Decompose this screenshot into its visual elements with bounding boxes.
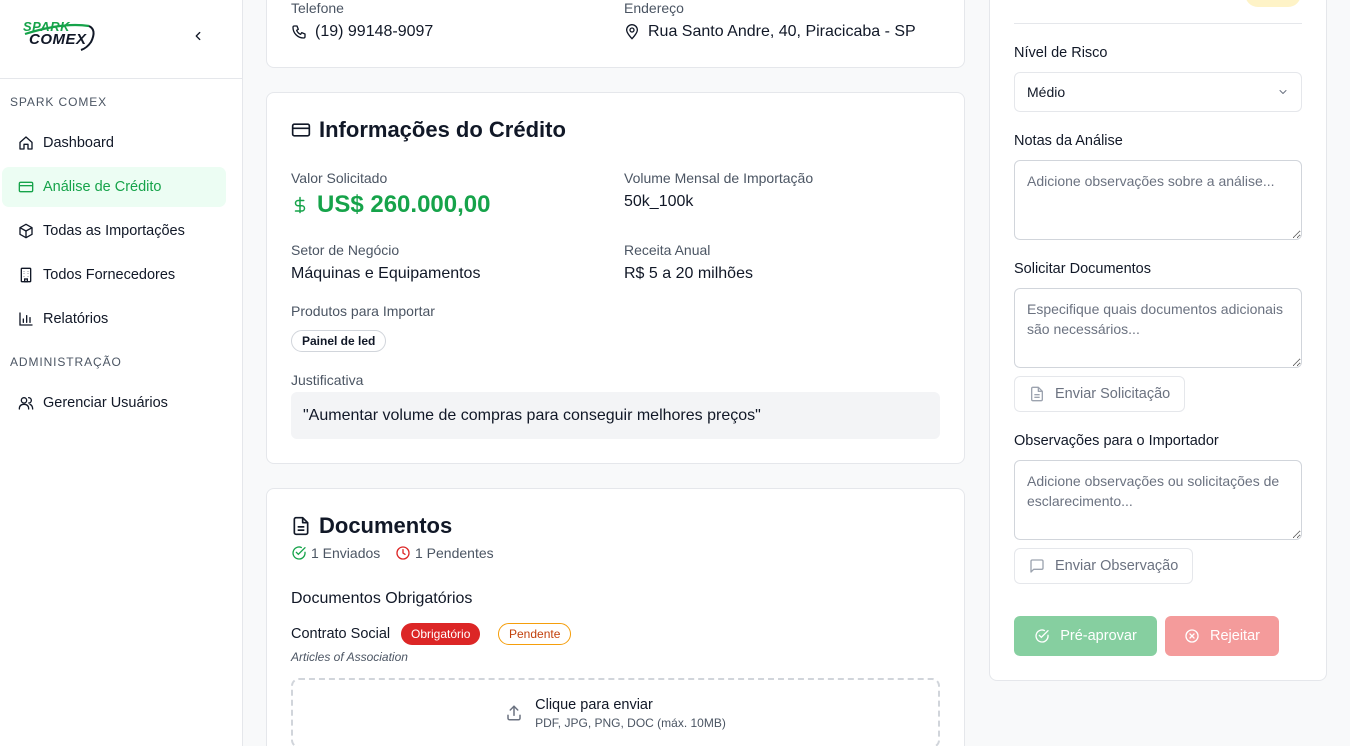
request-documents-textarea[interactable] — [1014, 288, 1302, 368]
credit-info-card: Informações do Crédito Valor Solicitado … — [266, 92, 965, 464]
message-square-icon — [1030, 559, 1044, 573]
bar-chart-icon — [19, 312, 33, 326]
collapse-sidebar-button[interactable] — [188, 26, 208, 46]
reject-label: Rejeitar — [1210, 628, 1260, 644]
credit-card-icon — [291, 123, 311, 137]
upload-icon — [507, 705, 521, 721]
risk-level-selected: Médio — [1027, 84, 1066, 100]
sidebar-item-label: Gerenciar Usuários — [43, 395, 168, 411]
section-label-administracao: ADMINISTRAÇÃO — [10, 355, 122, 369]
request-documents-label: Solicitar Documentos — [1014, 261, 1151, 277]
brand-swoosh-icon — [24, 23, 95, 51]
sidebar-item-relatorios[interactable]: Relatórios — [2, 299, 226, 339]
requested-amount-label: Valor Solicitado — [291, 170, 388, 186]
sidebar-item-todas-importacoes[interactable]: Todas as Importações — [2, 211, 226, 251]
documents-title-text: Documentos — [319, 513, 453, 538]
chevron-left-icon — [195, 31, 201, 41]
preapprove-label: Pré-aprovar — [1060, 628, 1137, 644]
product-tag: Painel de led — [291, 330, 387, 352]
send-observation-button[interactable]: Enviar Observação — [1014, 548, 1194, 584]
monthly-volume-label: Volume Mensal de Importação — [624, 170, 814, 186]
check-circle-icon — [292, 546, 306, 560]
business-sector-value: Máquinas e Equipamentos — [291, 265, 481, 282]
address-label: Endereço — [624, 0, 684, 16]
business-sector-label: Setor de Negócio — [291, 242, 400, 258]
required-badge: Obrigatório — [401, 623, 481, 645]
sidebar-item-label: Dashboard — [43, 135, 114, 151]
send-request-button[interactable]: Enviar Solicitação — [1014, 376, 1186, 412]
upload-dropzone[interactable]: Clique para enviar PDF, JPG, PNG, DOC (m… — [291, 678, 940, 746]
documents-sent-text: 1 Enviados — [311, 545, 381, 561]
importer-observations-label: Observações para o Importador — [1014, 433, 1219, 449]
justification-box: "Aumentar volume de compras para consegu… — [291, 392, 940, 439]
dollar-sign-icon — [294, 196, 306, 214]
package-icon — [19, 223, 33, 239]
reject-button[interactable]: Rejeitar — [1165, 616, 1279, 656]
map-pin-icon — [625, 24, 639, 40]
required-documents-title: Documentos Obrigatórios — [291, 590, 473, 607]
documents-title: Documentos — [291, 513, 452, 539]
sidebar-item-gerenciar-usuarios[interactable]: Gerenciar Usuários — [2, 383, 226, 423]
document-item-name: Contrato Social — [291, 626, 391, 642]
address-value: Rua Santo Andre, 40, Piracicaba - SP — [624, 23, 916, 41]
sidebar-item-analise-de-credito[interactable]: Análise de Crédito — [2, 167, 226, 207]
file-text-icon — [293, 516, 309, 536]
phone-label: Telefone — [291, 0, 344, 16]
risk-level-badge — [1245, 0, 1301, 7]
file-text-icon — [1031, 386, 1043, 402]
products-label: Produtos para Importar — [291, 303, 435, 319]
chevron-down-icon — [1279, 90, 1287, 94]
check-circle-icon — [1035, 629, 1049, 643]
analysis-notes-label: Notas da Análise — [1014, 133, 1123, 149]
importer-observations-textarea[interactable] — [1014, 460, 1302, 540]
credit-info-title: Informações do Crédito — [291, 117, 566, 143]
document-item-subtitle: Articles of Association — [291, 650, 408, 664]
credit-info-title-text: Informações do Crédito — [319, 117, 566, 142]
sidebar-item-label: Relatórios — [43, 311, 109, 327]
sidebar-item-dashboard[interactable]: Dashboard — [2, 123, 226, 163]
sidebar-item-label: Análise de Crédito — [43, 179, 162, 195]
clock-icon — [396, 546, 410, 560]
justification-text: "Aumentar volume de compras para consegu… — [303, 406, 761, 424]
phone-text: (19) 99148-9097 — [315, 23, 434, 40]
risk-level-select[interactable]: Médio — [1014, 72, 1302, 112]
analysis-notes-textarea[interactable] — [1014, 160, 1302, 240]
documents-pending-count: 1 Pendentes — [395, 545, 494, 561]
sidebar-item-label: Todos Fornecedores — [43, 267, 176, 283]
logo-row: SPARK COMEX — [0, 0, 242, 79]
documents-sent-count: 1 Enviados — [291, 545, 380, 561]
phone-icon — [292, 25, 306, 39]
send-observation-label: Enviar Observação — [1055, 558, 1179, 574]
sidebar-item-label: Todas as Importações — [43, 223, 185, 239]
sidebar: SPARK COMEX SPARK COMEX Dashboard Anális… — [0, 0, 243, 746]
requested-amount-value: US$ 260.000,00 — [291, 191, 490, 219]
justification-label: Justificativa — [291, 372, 364, 388]
upload-hint: PDF, JPG, PNG, DOC (máx. 10MB) — [535, 715, 726, 730]
credit-card-icon — [18, 181, 34, 193]
preapprove-button[interactable]: Pré-aprovar — [1014, 616, 1157, 656]
section-label-spark: SPARK COMEX — [10, 95, 108, 109]
requested-amount-text: US$ 260.000,00 — [317, 191, 491, 218]
x-circle-icon — [1185, 629, 1199, 643]
address-text: Rua Santo Andre, 40, Piracicaba - SP — [648, 23, 916, 40]
home-icon — [19, 136, 33, 150]
risk-level-label: Nível de Risco — [1014, 45, 1108, 61]
contact-card: Telefone (19) 99148-9097 Endereço Rua Sa… — [266, 0, 965, 68]
building-icon — [20, 267, 32, 283]
documents-pending-text: 1 Pendentes — [415, 545, 494, 561]
phone-value: (19) 99148-9097 — [291, 23, 433, 41]
send-request-label: Enviar Solicitação — [1055, 386, 1171, 402]
annual-revenue-label: Receita Anual — [624, 242, 711, 258]
annual-revenue-value: R$ 5 a 20 milhões — [624, 265, 753, 282]
users-icon — [18, 397, 34, 410]
brand-logo[interactable]: SPARK COMEX — [23, 20, 103, 52]
divider — [1014, 23, 1302, 24]
upload-text-group: Clique para enviar PDF, JPG, PNG, DOC (m… — [535, 697, 726, 730]
upload-title: Clique para enviar — [535, 696, 653, 713]
pending-status-badge: Pendente — [498, 623, 572, 645]
documents-card: Documentos 1 Enviados 1 Pendentes Docume… — [266, 488, 965, 746]
monthly-volume-value: 50k_100k — [624, 193, 694, 210]
sidebar-item-todos-fornecedores[interactable]: Todos Fornecedores — [2, 255, 226, 295]
